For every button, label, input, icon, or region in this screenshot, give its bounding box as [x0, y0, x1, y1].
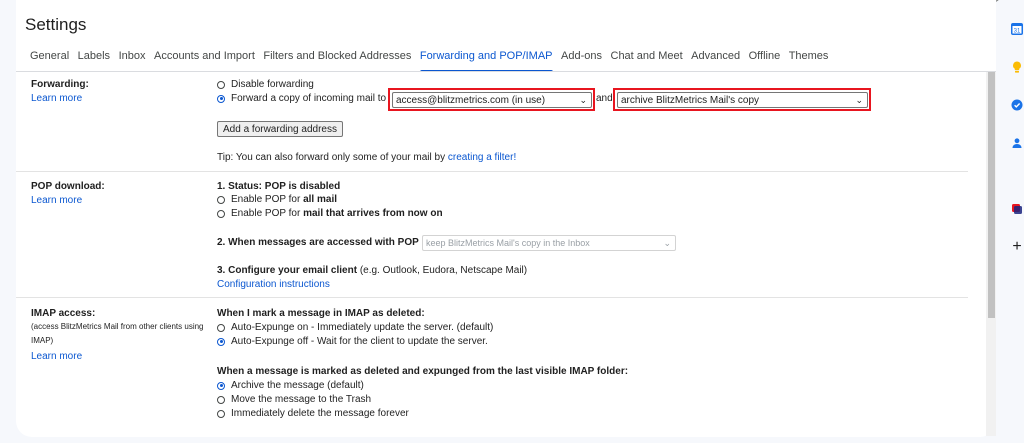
- addon-icon[interactable]: [1005, 200, 1024, 218]
- forward-address-select[interactable]: access@blitzmetrics.com (in use) ⌄: [392, 92, 592, 108]
- enable-pop-all-option[interactable]: Enable POP for all mail: [217, 194, 337, 205]
- tab-themes[interactable]: Themes: [789, 50, 829, 62]
- radio-disable-forwarding[interactable]: [217, 80, 225, 89]
- tab-add-ons[interactable]: Add-ons: [561, 50, 602, 62]
- disable-forwarding-option[interactable]: Disable forwarding: [217, 79, 314, 90]
- radio-move-to-trash[interactable]: [217, 395, 225, 404]
- tab-accounts-and-import[interactable]: Accounts and Import: [154, 50, 255, 62]
- tab-chat-and-meet[interactable]: Chat and Meet: [611, 50, 683, 62]
- imap-expunged-heading: When a message is marked as deleted and …: [217, 366, 629, 377]
- keep-icon[interactable]: [1005, 58, 1024, 76]
- auto-expunge-off-option[interactable]: Auto-Expunge off - Wait for the client t…: [217, 336, 488, 347]
- chevron-down-icon: ⌄: [855, 94, 863, 105]
- radio-enable-pop-all[interactable]: [217, 195, 225, 204]
- radio-auto-expunge-off[interactable]: [217, 337, 225, 346]
- tab-filters-and-blocked-addresses[interactable]: Filters and Blocked Addresses: [263, 50, 411, 62]
- imap-label: IMAP access:: [31, 308, 96, 319]
- imap-learn-more-link[interactable]: Learn more: [31, 351, 82, 362]
- settings-tabs: General Labels Inbox Accounts and Import…: [30, 50, 837, 72]
- radio-archive-message[interactable]: [217, 381, 225, 390]
- imap-deleted-heading: When I mark a message in IMAP as deleted…: [217, 308, 425, 319]
- radio-forward-copy[interactable]: [217, 94, 225, 103]
- archive-message-option[interactable]: Archive the message (default): [217, 380, 364, 391]
- forwarding-tip: Tip: You can also forward only some of y…: [217, 152, 517, 163]
- radio-enable-pop-now[interactable]: [217, 209, 225, 218]
- auto-expunge-on-option[interactable]: Auto-Expunge on - Immediately update the…: [217, 322, 493, 333]
- imap-description-line2: IMAP): [31, 336, 54, 345]
- creating-a-filter-link[interactable]: creating a filter!: [448, 152, 516, 163]
- forwarding-section: Forwarding: Learn more Disable forwardin…: [16, 72, 968, 172]
- configure-client-line: 3. Configure your email client (e.g. Out…: [217, 265, 528, 276]
- tab-offline[interactable]: Offline: [749, 50, 781, 62]
- add-addon-plus-icon[interactable]: +: [1005, 238, 1024, 256]
- pop-accessed-select[interactable]: keep BlitzMetrics Mail's copy in the Inb…: [422, 235, 676, 251]
- radio-auto-expunge-on[interactable]: [217, 323, 225, 332]
- calendar-day: 31: [1014, 29, 1021, 35]
- forwarding-learn-more-link[interactable]: Learn more: [31, 93, 82, 104]
- contacts-icon[interactable]: [1005, 134, 1024, 152]
- imap-description-line1: (access BlitzMetrics Mail from other cli…: [31, 322, 204, 331]
- pop-accessed-heading: 2. When messages are accessed with POP: [217, 237, 419, 248]
- tab-forwarding-and-pop-imap[interactable]: Forwarding and POP/IMAP: [419, 50, 553, 72]
- enable-pop-now-option[interactable]: Enable POP for mail that arrives from no…: [217, 208, 443, 219]
- and-text: and: [596, 93, 613, 104]
- scrollbar-thumb[interactable]: [988, 72, 995, 318]
- forward-copy-option[interactable]: Forward a copy of incoming mail to: [217, 93, 386, 104]
- calendar-icon[interactable]: 31: [1005, 20, 1024, 38]
- configuration-instructions-link[interactable]: Configuration instructions: [217, 279, 330, 290]
- chevron-down-icon: ⌄: [579, 94, 587, 105]
- forward-action-select[interactable]: archive BlitzMetrics Mail's copy ⌄: [617, 92, 868, 108]
- imap-section: IMAP access: (access BlitzMetrics Mail f…: [16, 298, 968, 437]
- chevron-down-icon: ⌄: [663, 237, 671, 248]
- settings-panel: Settings General Labels Inbox Accounts a…: [16, 0, 996, 437]
- pop-label: POP download:: [31, 181, 105, 192]
- tab-labels[interactable]: Labels: [78, 50, 110, 62]
- forwarding-label: Forwarding:: [31, 79, 89, 90]
- page-title: Settings: [25, 15, 87, 34]
- tab-advanced[interactable]: Advanced: [691, 50, 740, 62]
- move-to-trash-option[interactable]: Move the message to the Trash: [217, 394, 371, 405]
- tab-general[interactable]: General: [30, 50, 69, 62]
- pop-learn-more-link[interactable]: Learn more: [31, 195, 82, 206]
- tasks-icon[interactable]: [1005, 96, 1024, 114]
- radio-delete-forever[interactable]: [217, 409, 225, 418]
- pop-status-heading: 1. Status: POP is disabled: [217, 181, 341, 192]
- tab-inbox[interactable]: Inbox: [119, 50, 146, 62]
- delete-forever-option[interactable]: Immediately delete the message forever: [217, 408, 409, 419]
- add-forwarding-address-button[interactable]: Add a forwarding address: [217, 121, 343, 137]
- pop-section: POP download: Learn more 1. Status: POP …: [16, 172, 968, 298]
